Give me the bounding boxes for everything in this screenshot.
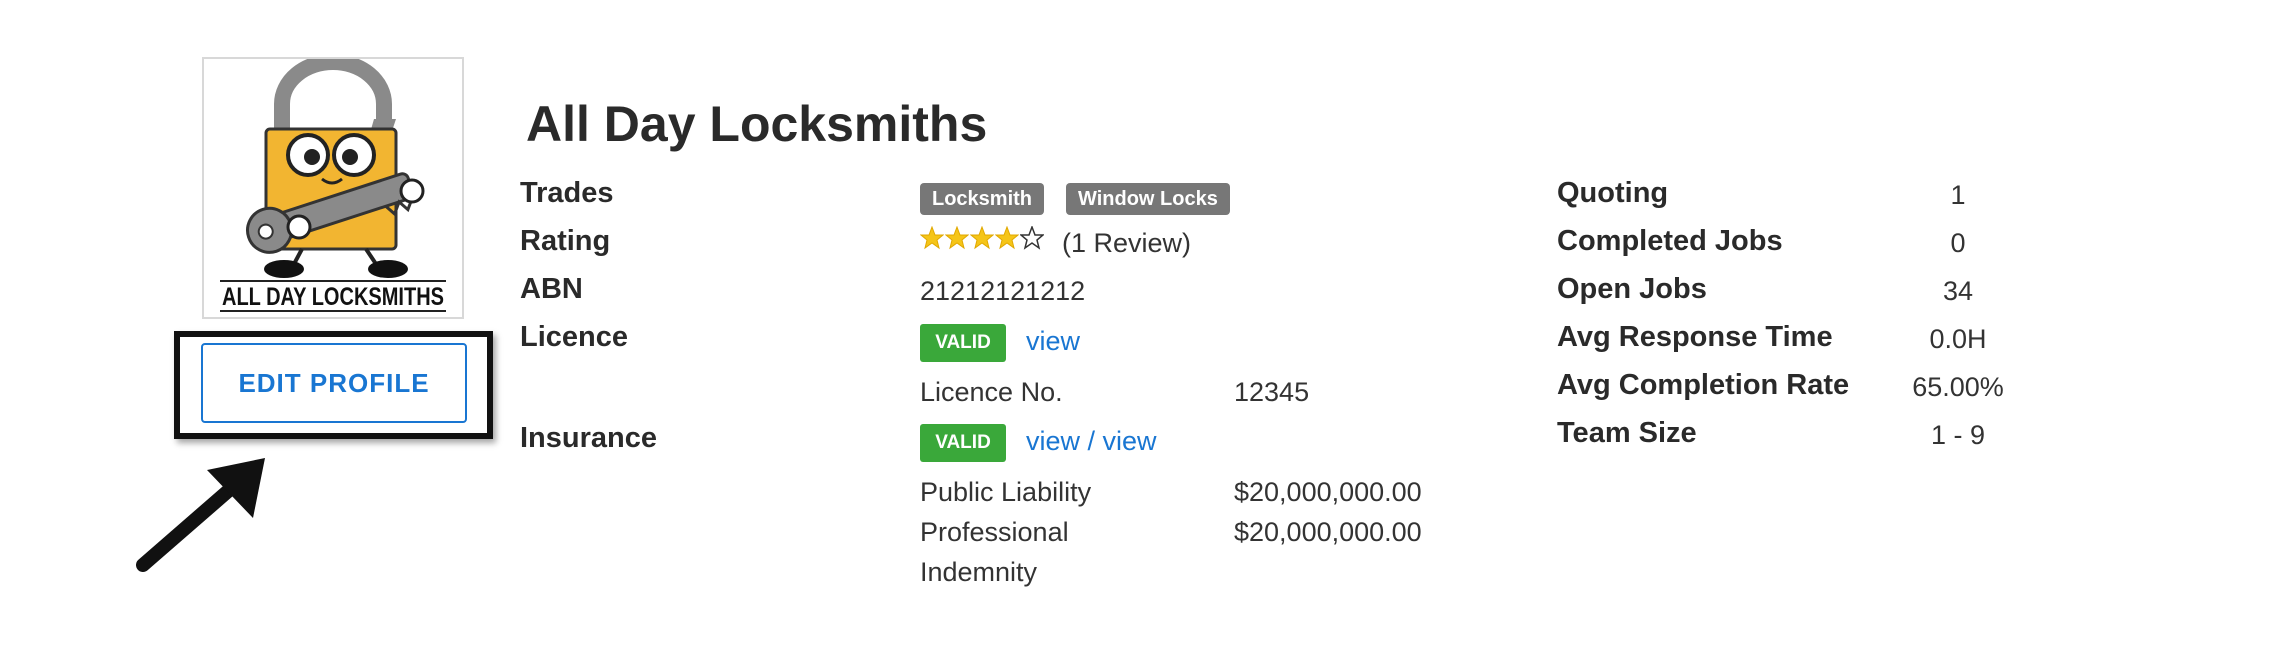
licence-label: Licence <box>520 321 628 353</box>
stat-label-team-size: Team Size <box>1557 417 1697 449</box>
logo-wordmark: ALL DAY LOCKSMITHS <box>222 283 444 311</box>
professional-indemnity-label: Professional <box>920 517 1069 547</box>
stat-value-avg-response-time: 0.0H <box>1929 324 1987 354</box>
stat-label-avg-response-time: Avg Response Time <box>1557 321 1833 353</box>
stat-label-completed-jobs: Completed Jobs <box>1557 225 1783 257</box>
licence-no-label: Licence No. <box>920 377 1063 407</box>
trade-tag: Window Locks <box>1066 183 1230 215</box>
star-icon <box>995 226 1019 250</box>
stat-value-avg-completion-rate: 65.00% <box>1912 372 2004 402</box>
trade-profile-page: ALL DAY LOCKSMITHS EDIT PROFILE All Day … <box>0 0 2277 651</box>
star-icon <box>970 226 994 250</box>
stat-label-avg-completion-rate: Avg Completion Rate <box>1557 369 1850 401</box>
licence-valid-badge: VALID <box>920 324 1006 362</box>
star-icon <box>920 226 944 250</box>
company-name: All Day Locksmiths <box>526 96 988 152</box>
rating-stars <box>920 226 1044 250</box>
stat-label-open-jobs: Open Jobs <box>1557 273 1707 305</box>
licence-no-value: 12345 <box>1234 377 1310 407</box>
trade-tag: Locksmith <box>920 183 1045 215</box>
edit-profile-button[interactable]: EDIT PROFILE <box>201 343 467 423</box>
insurance-valid-badge: VALID <box>920 424 1006 462</box>
star-icon <box>945 226 969 250</box>
insurance-label: Insurance <box>520 422 657 454</box>
review-count: (1 Review) <box>1062 228 1192 258</box>
insurance-view-links[interactable]: view / view <box>1026 423 1157 459</box>
rating-label: Rating <box>520 225 611 257</box>
trades-label: Trades <box>520 177 614 209</box>
pointer-arrow-icon <box>136 458 265 572</box>
abn-label: ABN <box>520 273 583 305</box>
company-logo: ALL DAY LOCKSMITHS <box>202 57 464 319</box>
abn-value: 21212121212 <box>920 276 1086 306</box>
public-liability-label: Public Liability <box>920 477 1092 507</box>
stat-value-open-jobs: 34 <box>1942 276 1974 306</box>
stat-value-team-size: 1 - 9 <box>1930 420 1986 450</box>
professional-indemnity-label: Indemnity <box>920 557 1038 587</box>
stat-value-completed-jobs: 0 <box>1950 228 1966 258</box>
star-empty-icon <box>1020 226 1044 250</box>
professional-indemnity-value: $20,000,000.00 <box>1234 517 1422 547</box>
stat-value-quoting: 1 <box>1950 180 1966 210</box>
stat-label-quoting: Quoting <box>1557 177 1669 209</box>
public-liability-value: $20,000,000.00 <box>1234 477 1422 507</box>
licence-view-link[interactable]: view <box>1026 323 1080 359</box>
